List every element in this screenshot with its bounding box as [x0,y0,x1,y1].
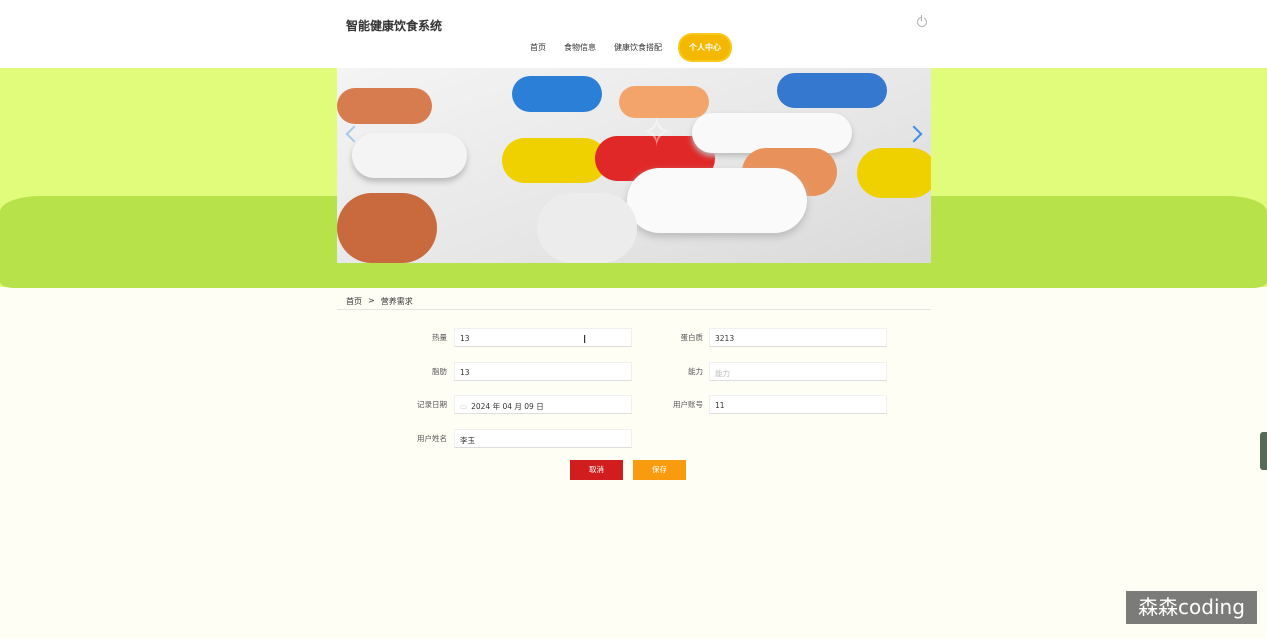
header: 智能健康饮食系统 首页 食物信息 健康饮食搭配 个人中心 [0,0,1267,68]
fat-input[interactable]: 13 [454,362,632,381]
nav-item-diet-plan[interactable]: 健康饮食搭配 [614,42,662,53]
cancel-button[interactable]: 取消 [570,460,623,480]
energy-input[interactable]: 能力 [709,362,887,381]
protein-input[interactable]: 3213 [709,328,887,347]
user-account-input[interactable]: 11 [709,395,887,414]
breadcrumb-home[interactable]: 首页 [346,296,362,307]
corner-watermark: 森森coding [1126,591,1257,624]
fat-label: 脂肪 [432,367,447,376]
save-button[interactable]: 保存 [633,460,686,480]
site-title: 智能健康饮食系统 [346,19,443,33]
calendar-icon: ▭ [460,402,468,411]
nav-item-food-info[interactable]: 食物信息 [564,42,596,53]
breadcrumb-separator: > [368,296,375,305]
protein-label: 蛋白质 [680,333,704,342]
side-widget[interactable] [1260,432,1267,470]
text-cursor-icon: I [583,333,587,346]
energy-label: 能力 [688,367,703,376]
breadcrumb: 首页 > 营养需求 [346,296,413,307]
nav-item-home[interactable]: 首页 [530,42,546,53]
breadcrumb-divider [337,309,931,310]
calories-input[interactable]: 13 [454,328,632,347]
record-date-picker[interactable]: ▭ 2024 年 04 月 09 日 [454,395,632,414]
record-date-value: 2024 年 04 月 09 日 [471,402,544,411]
breadcrumb-current: 营养需求 [380,297,413,306]
image-watermark: ✧ [640,110,674,156]
calories-label: 热量 [432,333,447,342]
main-nav: 首页 食物信息 健康饮食搭配 个人中心 [530,33,748,61]
nav-item-personal-center[interactable]: 个人中心 [680,34,730,60]
user-name-input[interactable]: 李玉 [454,429,632,448]
user-account-label: 用户账号 [673,400,703,409]
power-icon[interactable] [917,15,927,27]
record-date-label: 记录日期 [417,400,447,409]
user-name-label: 用户姓名 [417,434,447,443]
banner-image [337,68,931,263]
